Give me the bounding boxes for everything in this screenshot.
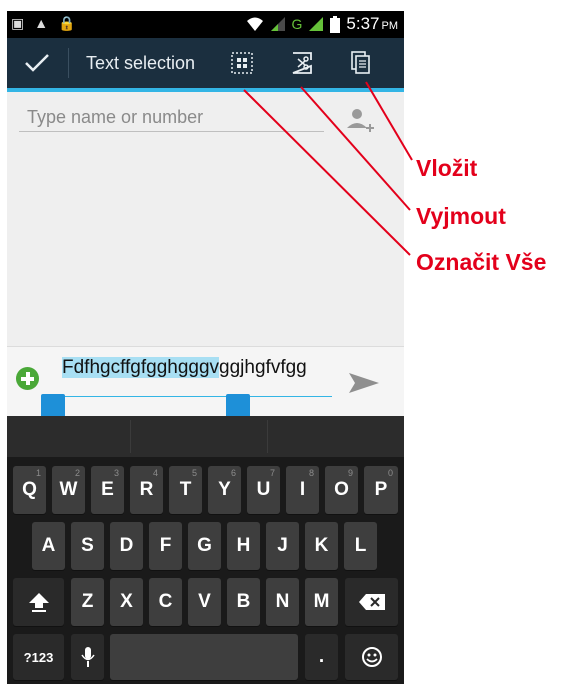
annotation-select-all: Označit Vše <box>416 249 547 275</box>
leader-line-cut <box>300 86 411 211</box>
annotation-cut: Vyjmout <box>416 203 506 229</box>
leader-line-paste <box>365 81 413 161</box>
annotation-paste: Vložit <box>416 155 478 181</box>
annotation-leader-lines <box>243 81 413 256</box>
